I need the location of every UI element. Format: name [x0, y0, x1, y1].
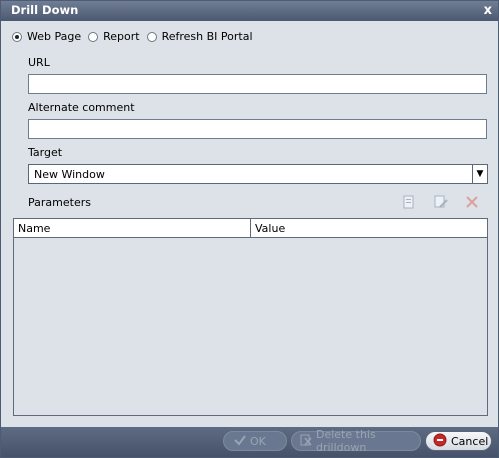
column-header-value[interactable]: Value	[255, 222, 285, 235]
target-label: Target	[28, 146, 63, 159]
parameters-label: Parameters	[28, 196, 91, 209]
cancel-button[interactable]: Cancel	[425, 431, 492, 451]
radio-report-button[interactable]	[88, 31, 99, 42]
delete-document-icon	[300, 434, 312, 449]
dialog-title: Drill Down	[11, 3, 79, 17]
cancel-button-label: Cancel	[451, 434, 489, 448]
delete-drilldown-button[interactable]: Delete this drilldown	[291, 428, 421, 454]
radio-refresh-bi-portal[interactable]: Refresh BI Portal	[146, 30, 253, 43]
comment-label: Alternate comment	[28, 101, 135, 114]
close-icon[interactable]: x	[484, 3, 492, 18]
column-header-name[interactable]: Name	[18, 222, 50, 235]
ok-button-label: OK	[250, 434, 266, 448]
chevron-down-icon[interactable]: ▼	[472, 165, 487, 183]
delete-parameter-icon[interactable]	[464, 194, 480, 210]
radio-refresh-bi-portal-button[interactable]	[146, 31, 157, 42]
drill-down-dialog: Drill Down x Web Page Report Refresh BI …	[0, 0, 499, 458]
edit-parameter-icon[interactable]	[433, 194, 449, 210]
url-input[interactable]	[28, 74, 487, 94]
column-divider[interactable]	[250, 219, 251, 237]
comment-input[interactable]	[28, 119, 487, 139]
add-parameter-icon[interactable]	[401, 194, 417, 210]
radio-web-page-button[interactable]	[12, 31, 22, 42]
radio-report-label: Report	[103, 30, 140, 43]
table-header: Name Value	[14, 219, 487, 238]
ok-button[interactable]: OK	[223, 431, 287, 451]
dialog-footer: OK Delete this drilldown Cancel	[1, 427, 498, 457]
url-label: URL	[28, 56, 50, 69]
link-type-radio-group: Web Page Report Refresh BI Portal	[12, 30, 260, 43]
radio-report[interactable]: Report	[88, 30, 140, 43]
target-select-value: New Window	[34, 168, 105, 181]
radio-web-page[interactable]: Web Page	[12, 30, 81, 43]
radio-refresh-bi-portal-label: Refresh BI Portal	[161, 30, 253, 43]
target-select[interactable]: New Window ▼	[28, 164, 488, 184]
radio-web-page-label: Web Page	[27, 30, 82, 43]
checkmark-icon	[234, 434, 246, 449]
title-bar: Drill Down x	[1, 1, 498, 21]
delete-drilldown-label: Delete this drilldown	[316, 428, 376, 454]
cancel-icon	[433, 433, 447, 450]
parameters-table: Name Value	[13, 218, 488, 416]
